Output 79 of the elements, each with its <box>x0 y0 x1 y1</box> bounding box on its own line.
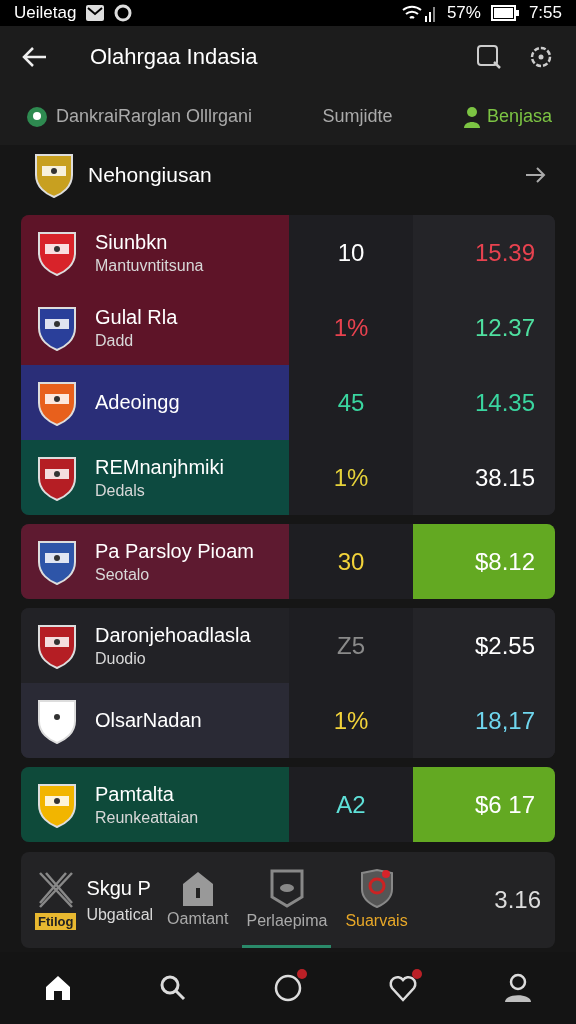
team-cell[interactable]: Siunbkn Mantuvntitsuna <box>21 215 289 290</box>
user-icon <box>503 973 534 1003</box>
card-tab[interactable]: Oamtant <box>163 852 233 948</box>
team-cell[interactable]: Pa Parsloy Pioam Seotalo <box>21 524 289 599</box>
signal-icon <box>400 4 437 22</box>
team-subtitle: Ubgatical <box>86 905 154 924</box>
team-subtitle: Duodio <box>95 649 147 668</box>
filter-label: DankraiRarglan Olllrgani <box>56 106 253 127</box>
odds-value: 15.39 <box>474 238 535 267</box>
filter-tab[interactable]: DankraiRarglan Olllrgani <box>20 99 257 134</box>
arrow-icon[interactable] <box>524 165 546 185</box>
stat-value: 1% <box>289 440 413 515</box>
stat-value: 1% <box>289 683 413 758</box>
odds-value: $8.12 <box>474 547 535 576</box>
team-name: Siunbkn <box>95 230 169 254</box>
settings-icon <box>528 44 554 70</box>
odds-value: 12.37 <box>474 313 535 342</box>
house-icon <box>180 869 215 906</box>
team-name: Pa Parsloy Pioam <box>95 539 254 563</box>
app-title: Olahrgaa Indasia <box>90 44 259 70</box>
crest-icon <box>37 781 77 828</box>
shield-icon <box>358 867 395 908</box>
card-value: 3.16 <box>494 886 541 914</box>
crest-icon <box>37 379 77 426</box>
stat-value: Z5 <box>289 608 413 683</box>
crest-icon <box>37 229 77 276</box>
section-title: Nehongiusan <box>88 163 213 187</box>
card-tab[interactable]: Suarvais <box>341 852 412 948</box>
badge: Ftilog <box>35 912 77 930</box>
back-icon <box>22 46 48 68</box>
battery-icon <box>490 5 519 21</box>
team-name: Daronjehoadlasla <box>95 623 251 647</box>
team-subtitle: Mantuvntitsuna <box>95 256 204 275</box>
crest-icon <box>37 697 77 744</box>
odds-value: 14.35 <box>474 388 535 417</box>
heart-icon <box>388 973 419 1003</box>
team-subtitle: Dedals <box>95 481 146 500</box>
team-name: Skgu P <box>86 876 152 900</box>
filter-label: Benjasa <box>486 106 552 127</box>
tag-icon <box>268 867 305 908</box>
team-name: Adeoingg <box>95 391 180 414</box>
odds-value: 18,17 <box>474 706 535 735</box>
stat-value: 30 <box>289 524 413 599</box>
stat-value: 10 <box>289 215 413 290</box>
team-subtitle: Seotalo <box>95 565 151 584</box>
team-name: Pamtalta <box>95 782 175 806</box>
notification-dot <box>296 969 307 979</box>
search-icon <box>476 44 502 70</box>
circle-icon <box>272 973 303 1003</box>
crest-icon <box>37 454 77 501</box>
person-icon <box>462 105 481 128</box>
clock: 7:55 <box>528 3 562 23</box>
card-tab[interactable]: Perlaepima <box>242 852 332 948</box>
crest-icon <box>37 538 77 585</box>
crest-icon <box>37 622 77 669</box>
team-subtitle: Reunkeattaian <box>95 808 199 827</box>
crest-icon <box>37 304 77 351</box>
crest-icon <box>34 152 74 198</box>
battery-percent: 57% <box>446 3 481 23</box>
team-name: OlsarNadan <box>95 709 202 732</box>
team-cell[interactable]: REMnanjhmiki Dedals <box>21 440 289 515</box>
team-name: Gulal Rla <box>95 305 178 329</box>
notification-dot <box>412 969 423 979</box>
odds-value: $6 17 <box>474 790 535 819</box>
team-cell[interactable]: OlsarNadan <box>21 683 289 758</box>
team-subtitle: Dadd <box>95 331 135 350</box>
mail-icon <box>86 5 105 21</box>
team-cell[interactable]: Gulal Rla Dadd <box>21 290 289 365</box>
filter-tab[interactable]: Benjasa <box>458 101 556 132</box>
team-cell[interactable]: Pamtalta Reunkeattaian <box>21 767 289 842</box>
stat-value: 45 <box>289 365 413 440</box>
team-cell[interactable]: Adeoingg <box>21 365 289 440</box>
stat-value: A2 <box>289 767 413 842</box>
team-name: REMnanjhmiki <box>95 455 224 479</box>
circle-icon <box>114 4 133 22</box>
odds-value: 38.15 <box>474 463 535 492</box>
carrier-label: Ueiletag <box>14 3 77 23</box>
stat-value: 1% <box>289 290 413 365</box>
odds-value: $2.55 <box>474 631 535 660</box>
